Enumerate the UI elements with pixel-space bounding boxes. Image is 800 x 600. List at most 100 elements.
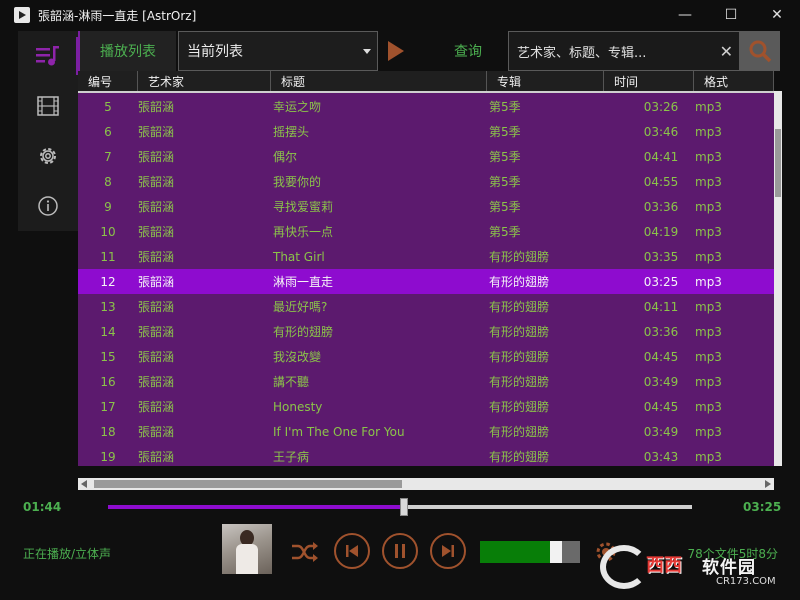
cell-title: That Girl bbox=[273, 249, 325, 264]
cell-number: 11 bbox=[100, 249, 116, 264]
table-row[interactable]: 19 張韶涵 王子病 有形的翅膀 03:43 mp3 bbox=[78, 444, 774, 466]
cell-title: 偶尔 bbox=[273, 150, 298, 164]
watermark: 西西 软件园 CR173.COM bbox=[596, 545, 776, 591]
cell-format: mp3 bbox=[695, 449, 722, 464]
cell-number: 8 bbox=[104, 174, 112, 189]
horizontal-scroll-thumb[interactable] bbox=[94, 480, 402, 488]
table-row[interactable]: 8 張韶涵 我要你的 第5季 04:55 mp3 bbox=[78, 169, 774, 194]
column-header[interactable]: 时间 bbox=[604, 71, 694, 91]
horizontal-scrollbar[interactable] bbox=[78, 478, 774, 490]
sidebar-item-playlist[interactable] bbox=[18, 31, 78, 81]
cell-time: 03:36 bbox=[643, 199, 679, 214]
table-row[interactable]: 14 張韶涵 有形的翅膀 有形的翅膀 03:36 mp3 bbox=[78, 319, 774, 344]
sidebar-item-video[interactable] bbox=[18, 81, 78, 131]
cell-title: 摇摆头 bbox=[273, 125, 310, 139]
search-button[interactable] bbox=[740, 31, 780, 71]
cell-format: mp3 bbox=[695, 399, 722, 414]
title-bar: 張韶涵-淋雨一直走 [AstrOrz] — ☐ ✕ bbox=[0, 0, 800, 30]
table-row[interactable]: 11 張韶涵 That Girl 有形的翅膀 03:35 mp3 bbox=[78, 244, 774, 269]
minimize-button[interactable]: — bbox=[662, 0, 708, 30]
cell-format: mp3 bbox=[695, 199, 722, 214]
cell-time: 03:25 bbox=[643, 274, 679, 289]
column-header[interactable]: 标题 bbox=[271, 71, 487, 91]
search-placeholder: 艺术家、标题、专辑... bbox=[517, 45, 647, 61]
cell-album: 有形的翅膀 bbox=[489, 350, 550, 364]
cell-title: 最近好嗎? bbox=[273, 300, 328, 314]
sidebar bbox=[18, 31, 78, 231]
search-icon bbox=[749, 40, 772, 63]
column-header[interactable]: 格式 bbox=[694, 71, 774, 91]
cell-time: 04:55 bbox=[643, 174, 679, 189]
table-row[interactable]: 18 張韶涵 If I'm The One For You 有形的翅膀 03:49 mp3 bbox=[78, 419, 774, 444]
cell-format: mp3 bbox=[695, 274, 722, 289]
table-row[interactable]: 16 張韶涵 講不聽 有形的翅膀 03:49 mp3 bbox=[78, 369, 774, 394]
seek-bar-fill bbox=[108, 505, 405, 509]
tab-playlist[interactable]: 播放列表 bbox=[78, 31, 176, 71]
cell-album: 有形的翅膀 bbox=[489, 250, 550, 264]
playback-status: 正在播放/立体声 bbox=[23, 547, 112, 561]
pause-button[interactable] bbox=[382, 533, 418, 569]
cell-time: 04:41 bbox=[643, 149, 679, 164]
volume-handle[interactable] bbox=[550, 541, 562, 563]
total-time: 03:25 bbox=[743, 500, 782, 514]
column-header[interactable]: 编号 bbox=[78, 71, 138, 91]
vertical-scrollbar[interactable] bbox=[774, 91, 782, 466]
cell-number: 5 bbox=[104, 99, 112, 114]
sidebar-item-settings[interactable] bbox=[18, 131, 78, 181]
volume-level bbox=[480, 541, 556, 563]
table-row[interactable]: 12 張韶涵 淋雨一直走 有形的翅膀 03:25 mp3 bbox=[78, 269, 774, 294]
scroll-right-icon[interactable] bbox=[765, 480, 771, 488]
track-table: 编号 艺术家 标题 专辑 时间 格式 5 張韶涵 幸运之吻 第5季 03:26 mp3 6 張韶涵 摇摆头… bbox=[78, 71, 774, 466]
table-row[interactable]: 13 張韶涵 最近好嗎? 有形的翅膀 04:11 mp3 bbox=[78, 294, 774, 319]
play-list-icon[interactable] bbox=[388, 41, 404, 61]
cell-number: 19 bbox=[100, 449, 116, 464]
cell-format: mp3 bbox=[695, 324, 722, 339]
close-button[interactable]: ✕ bbox=[754, 0, 800, 30]
table-row[interactable]: 5 張韶涵 幸运之吻 第5季 03:26 mp3 bbox=[78, 94, 774, 119]
volume-slider[interactable] bbox=[480, 541, 580, 563]
next-button[interactable] bbox=[430, 533, 466, 569]
cell-number: 16 bbox=[100, 374, 116, 389]
cell-number: 18 bbox=[100, 424, 116, 439]
cell-time: 03:36 bbox=[643, 324, 679, 339]
table-row[interactable]: 7 張韶涵 偶尔 第5季 04:41 mp3 bbox=[78, 144, 774, 169]
cell-artist: 張韶涵 bbox=[138, 150, 175, 164]
cell-number: 6 bbox=[104, 124, 112, 139]
seek-bar[interactable] bbox=[108, 498, 692, 516]
cell-album: 有形的翅膀 bbox=[489, 425, 550, 439]
seek-handle[interactable] bbox=[400, 498, 409, 516]
table-row[interactable]: 10 張韶涵 再快乐一点 第5季 04:19 mp3 bbox=[78, 219, 774, 244]
skip-previous-icon bbox=[346, 545, 358, 557]
watermark-logo-icon bbox=[600, 545, 648, 589]
column-header[interactable]: 艺术家 bbox=[138, 71, 271, 91]
cell-artist: 張韶涵 bbox=[138, 350, 175, 364]
scroll-left-icon[interactable] bbox=[81, 480, 87, 488]
skip-next-icon bbox=[442, 545, 454, 557]
table-row[interactable]: 17 張韶涵 Honesty 有形的翅膀 04:45 mp3 bbox=[78, 394, 774, 419]
cell-time: 03:35 bbox=[643, 249, 679, 264]
table-row[interactable]: 9 張韶涵 寻找爱蜜莉 第5季 03:36 mp3 bbox=[78, 194, 774, 219]
cell-artist: 張韶涵 bbox=[138, 225, 175, 239]
vertical-scroll-thumb[interactable] bbox=[775, 129, 781, 197]
cell-title: 有形的翅膀 bbox=[273, 325, 334, 339]
cell-time: 03:49 bbox=[643, 424, 679, 439]
previous-button[interactable] bbox=[334, 533, 370, 569]
cell-format: mp3 bbox=[695, 299, 722, 314]
cell-number: 13 bbox=[100, 299, 116, 314]
cell-format: mp3 bbox=[695, 174, 722, 189]
maximize-button[interactable]: ☐ bbox=[708, 0, 754, 30]
cell-album: 第5季 bbox=[489, 125, 521, 139]
table-row[interactable]: 6 張韶涵 摇摆头 第5季 03:46 mp3 bbox=[78, 119, 774, 144]
cell-time: 03:46 bbox=[643, 124, 679, 139]
column-header[interactable]: 专辑 bbox=[487, 71, 604, 91]
sidebar-item-about[interactable] bbox=[18, 181, 78, 231]
cell-artist: 張韶涵 bbox=[138, 275, 175, 289]
cell-title: 講不聽 bbox=[273, 375, 310, 389]
query-button[interactable]: 查询 bbox=[432, 31, 504, 71]
list-select[interactable]: 当前列表 bbox=[178, 31, 378, 71]
clear-icon[interactable]: ✕ bbox=[720, 42, 733, 61]
search-input[interactable]: 艺术家、标题、专辑... ✕ bbox=[508, 31, 740, 71]
cell-number: 17 bbox=[100, 399, 116, 414]
shuffle-icon[interactable] bbox=[290, 539, 320, 565]
table-row[interactable]: 15 張韶涵 我沒改變 有形的翅膀 04:45 mp3 bbox=[78, 344, 774, 369]
